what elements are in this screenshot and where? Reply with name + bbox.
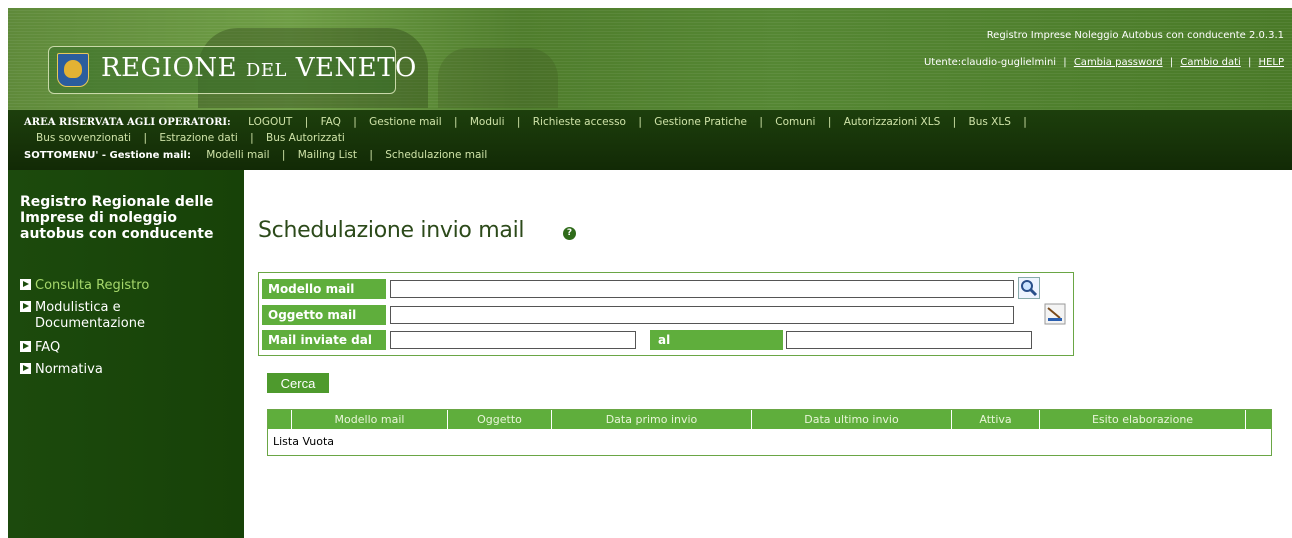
arrow-right-icon [20, 279, 31, 290]
oggetto-mail-label: Oggetto mail [262, 305, 386, 325]
separator: | [1247, 57, 1252, 68]
header-banner: REGIONE DEL VENETO Registro Imprese Nole… [8, 8, 1292, 110]
column-attiva[interactable]: Attiva [952, 410, 1040, 429]
sidebar-item-label: FAQ [35, 340, 61, 355]
sidebar-item-label: Documentazione [35, 316, 145, 331]
menu-pipe: | [759, 116, 763, 128]
menu-pipe: | [304, 116, 309, 128]
separator: | [1169, 57, 1174, 68]
table-header-spacer [268, 410, 292, 429]
submenu-mailing-list[interactable]: Mailing List [298, 149, 357, 161]
cerca-button[interactable]: Cerca [267, 373, 329, 393]
menu-pipe: | [827, 116, 832, 128]
menu-faq[interactable]: FAQ [321, 116, 341, 128]
modello-mail-label: Modello mail [262, 279, 386, 299]
menu-pipe: | [1023, 116, 1027, 128]
column-modello-mail[interactable]: Modello mail [292, 410, 448, 429]
filter-form: Modello mail Oggetto mail Mail inviate d… [258, 272, 1074, 356]
mail-inviate-dal-label: Mail inviate dal [262, 330, 386, 350]
sidebar-item-faq[interactable]: FAQ [20, 340, 60, 356]
al-input[interactable] [786, 331, 1032, 349]
sidebar-item-normativa[interactable]: Normativa [20, 362, 103, 378]
header-arch-decoration [438, 48, 558, 108]
menu-moduli[interactable]: Moduli [470, 116, 505, 128]
menu-pipe: | [638, 116, 642, 128]
sidebar-item-consulta-registro[interactable]: Consulta Registro [20, 278, 149, 294]
sidebar-item-modulistica[interactable]: Modulistica e Documentazione [20, 300, 145, 332]
logo[interactable]: REGIONE DEL VENETO [48, 46, 416, 94]
menu-pipe: | [250, 132, 254, 144]
page-title: Schedulazione invio mail [258, 218, 525, 243]
submenu-row: SOTTOMENU' - Gestione mail: Modelli mail… [24, 149, 487, 161]
empty-list-text: Lista Vuota [273, 435, 334, 448]
logo-word-del: DEL [245, 60, 287, 81]
logo-word-regione: REGIONE [101, 53, 246, 83]
menu-pipe: | [453, 116, 458, 128]
menu-lead: AREA RISERVATA AGLI OPERATORI: [24, 117, 231, 128]
sidebar-title: Registro Regionale delle Imprese di nole… [20, 194, 214, 242]
sidebar-item-label: Consulta Registro [35, 278, 150, 293]
menu-logout[interactable]: LOGOUT [248, 116, 292, 128]
search-icon[interactable] [1018, 277, 1040, 299]
menu-pipe: | [353, 116, 357, 128]
change-password-link[interactable]: Cambia password [1074, 57, 1163, 68]
eraser-icon[interactable] [1044, 303, 1066, 325]
results-table: Modello mail Oggetto Data primo invio Da… [267, 409, 1272, 456]
sidebar-item-label: Normativa [35, 362, 103, 377]
menu-autorizzazioni-xls[interactable]: Autorizzazioni XLS [844, 116, 941, 128]
menu-gestione-mail[interactable]: Gestione mail [369, 116, 441, 128]
menu-pipe: | [516, 116, 521, 128]
table-header: Modello mail Oggetto Data primo invio Da… [268, 410, 1271, 429]
column-data-primo-invio[interactable]: Data primo invio [552, 410, 752, 429]
al-label: al [650, 330, 783, 350]
menu-bus-sovvenzionati[interactable]: Bus sovvenzionati [36, 132, 131, 144]
mail-inviate-dal-input[interactable] [390, 331, 636, 349]
menu-pipe: | [281, 149, 286, 161]
column-oggetto[interactable]: Oggetto [448, 410, 552, 429]
submenu-lead: SOTTOMENU' - Gestione mail: [24, 150, 191, 161]
help-link[interactable]: HELP [1259, 57, 1284, 68]
menu-comuni[interactable]: Comuni [775, 116, 815, 128]
arrow-right-icon [20, 341, 31, 352]
column-data-ultimo-invio[interactable]: Data ultimo invio [752, 410, 952, 429]
menu-gestione-pratiche[interactable]: Gestione Pratiche [654, 116, 747, 128]
logo-text: REGIONE DEL VENETO [101, 53, 417, 83]
app-title: Registro Imprese Noleggio Autobus con co… [986, 30, 1284, 41]
sidebar: Registro Regionale delle Imprese di nole… [8, 170, 244, 538]
submenu-modelli-mail[interactable]: Modelli mail [206, 149, 269, 161]
menu-pipe: | [143, 132, 147, 144]
logo-word-veneto: VENETO [286, 53, 417, 83]
menu-row-2: Bus sovvenzionati | Estrazione dati | Bu… [36, 132, 345, 144]
lion-icon [64, 60, 82, 78]
menu-row-1: AREA RISERVATA AGLI OPERATORI: LOGOUT | … [24, 116, 1036, 128]
arrow-right-icon [20, 363, 31, 374]
menu-bus-xls[interactable]: Bus XLS [968, 116, 1010, 128]
menu-estrazione-dati[interactable]: Estrazione dati [159, 132, 237, 144]
crest-icon [57, 53, 89, 87]
column-esito-elaborazione[interactable]: Esito elaborazione [1040, 410, 1246, 429]
change-data-link[interactable]: Cambio dati [1180, 57, 1240, 68]
menu-bus-autorizzati[interactable]: Bus Autorizzati [266, 132, 345, 144]
user-bar: Utente:claudio-guglielmini | Cambia pass… [924, 57, 1284, 68]
modello-mail-input[interactable] [390, 280, 1014, 298]
menu-pipe: | [952, 116, 957, 128]
oggetto-mail-input[interactable] [390, 306, 1014, 324]
sidebar-item-label: Modulistica e [35, 300, 121, 315]
user-label: Utente:claudio-guglielmini [923, 57, 1057, 68]
arrow-right-icon [20, 301, 31, 312]
menu-pipe: | [369, 149, 373, 161]
top-menu: AREA RISERVATA AGLI OPERATORI: LOGOUT | … [8, 110, 1292, 170]
menu-richieste-accesso[interactable]: Richieste accesso [533, 116, 626, 128]
separator: | [1063, 57, 1067, 68]
question-icon[interactable]: ? [563, 227, 576, 240]
submenu-schedulazione-mail[interactable]: Schedulazione mail [385, 149, 487, 161]
